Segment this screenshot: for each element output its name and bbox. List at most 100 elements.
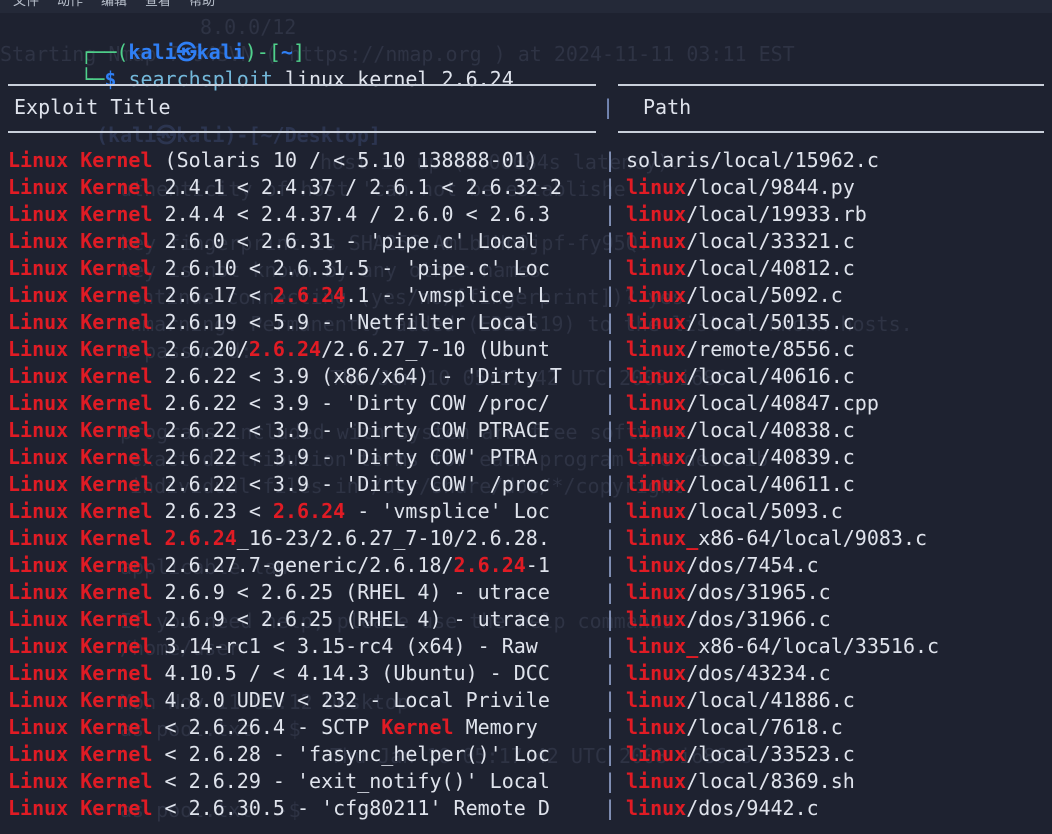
row-path: linux/local/40611.c <box>626 471 855 498</box>
search-match: linux <box>626 499 687 523</box>
search-match: Linux Kernel <box>8 499 153 523</box>
row-title: Linux Kernel < 2.6.29 - 'exit_notify()' … <box>8 768 604 795</box>
table-row[interactable]: Linux Kernel 2.6.23 < 2.6.24 - 'vmsplice… <box>8 498 843 525</box>
table-row[interactable]: Linux Kernel 2.6.22 < 3.9 - 'Dirty COW' … <box>8 471 855 498</box>
table-row[interactable]: Linux Kernel 2.6.24_16-23/2.6.27_7-10/2.… <box>8 525 927 552</box>
table-row[interactable]: Linux Kernel 2.6.19 < 5.9 - 'Netfilter L… <box>8 309 855 336</box>
row-path: linux/remote/8556.c <box>626 336 855 363</box>
row-title: Linux Kernel 3.14-rc1 < 3.15-rc4 (x64) -… <box>8 633 604 660</box>
search-match: 2.6.24 <box>453 553 526 577</box>
table-row[interactable]: Linux Kernel 2.6.17 < 2.6.24.1 - 'vmspli… <box>8 282 843 309</box>
row-path: linux/local/50135.c <box>626 309 855 336</box>
search-match: linux <box>626 418 687 442</box>
menu-bar: 文件 动作 编辑 查看 帮助 <box>0 0 1052 13</box>
row-separator: | <box>604 472 617 496</box>
table-row[interactable]: Linux Kernel 4.10.5 / < 4.14.3 (Ubuntu) … <box>8 660 831 687</box>
table-row[interactable]: Linux Kernel 2.6.22 < 3.9 (x86/x64) - 'D… <box>8 363 855 390</box>
search-match: linux <box>626 607 687 631</box>
table-row[interactable]: Linux Kernel (Solaris 10 / < 5.10 138888… <box>8 147 879 174</box>
row-separator: | <box>604 202 617 226</box>
search-match: Linux Kernel <box>8 769 153 793</box>
table-row[interactable]: Linux Kernel 2.6.9 < 2.6.25 (RHEL 4) - u… <box>8 606 831 633</box>
plain-text: 2.6.9 < 2.6.25 (RHEL 4) - utrace <box>152 607 562 631</box>
search-match: linux <box>626 256 687 280</box>
plain-text: /local/8369.sh <box>686 769 855 793</box>
search-match: Linux Kernel <box>8 580 153 604</box>
plain-text: 4.8.0 UDEV < 232 - Local Privile <box>152 688 562 712</box>
plain-text: /dos/7454.c <box>686 553 819 577</box>
row-path: linux/dos/31966.c <box>626 606 831 633</box>
search-match: Linux Kernel <box>8 283 153 307</box>
table-row[interactable]: Linux Kernel 2.6.0 < 2.6.31 - 'pipe.c' L… <box>8 228 855 255</box>
row-separator: | <box>604 256 617 280</box>
plain-text: /local/40611.c <box>686 472 855 496</box>
search-match: linux <box>626 472 687 496</box>
search-match: Linux Kernel <box>8 796 153 820</box>
row-title: Linux Kernel < 2.6.26.4 - SCTP Kernel Me… <box>8 714 604 741</box>
menu-item-view[interactable]: 查看 <box>136 0 180 13</box>
table-row[interactable]: Linux Kernel 2.4.4 < 2.4.37.4 / 2.6.0 < … <box>8 201 867 228</box>
search-match: linux <box>626 553 687 577</box>
plain-text: < 2.6.30.5 - 'cfg80211' Remote D <box>152 796 562 820</box>
row-title: Linux Kernel 2.6.22 < 3.9 - 'Dirty COW' … <box>8 471 604 498</box>
table-row[interactable]: Linux Kernel 2.6.9 < 2.6.25 (RHEL 4) - u… <box>8 579 831 606</box>
plain-text: 2.6.20/ <box>152 337 249 361</box>
row-separator: | <box>604 607 617 631</box>
table-row[interactable]: Linux Kernel 2.6.27.7-generic/2.6.18/2.6… <box>8 552 819 579</box>
row-path: linux/local/7618.c <box>626 714 843 741</box>
plain-text: 2.4.4 < 2.4.37.4 / 2.6.0 < 2.6.3 <box>152 202 562 226</box>
plain-text: 2.6.10 < 2.6.31.5 - 'pipe.c' Loc <box>152 256 562 280</box>
menu-item-edit[interactable]: 编辑 <box>92 0 136 13</box>
search-match: Linux Kernel <box>8 607 153 631</box>
search-match: linux <box>626 391 687 415</box>
plain-text: _16-23/2.6.27_7-10/2.6.28. <box>236 526 562 550</box>
menu-item-file[interactable]: 文件 <box>4 0 48 13</box>
search-match: linux <box>626 283 687 307</box>
plain-text: 4.10.5 / < 4.14.3 (Ubuntu) - DCC <box>152 661 562 685</box>
plain-text: x86-64/local/33516.c <box>698 634 940 658</box>
row-separator: | <box>604 445 617 469</box>
plain-text: < 2.6.26.4 - SCTP <box>152 715 382 739</box>
search-match: Linux Kernel <box>8 634 153 658</box>
row-separator: | <box>604 283 617 307</box>
table-row[interactable]: Linux Kernel < 2.6.28 - 'fasync_helper()… <box>8 741 855 768</box>
plain-text: /local/40838.c <box>686 418 855 442</box>
table-row[interactable]: Linux Kernel < 2.6.30.5 - 'cfg80211' Rem… <box>8 795 819 822</box>
row-separator: | <box>604 526 617 550</box>
table-row[interactable]: Linux Kernel < 2.6.29 - 'exit_notify()' … <box>8 768 855 795</box>
plain-text: x86-64/local/9083.c <box>698 526 928 550</box>
table-row[interactable]: Linux Kernel 2.6.22 < 3.9 - 'Dirty COW /… <box>8 390 879 417</box>
row-path: linux/dos/9442.c <box>626 795 819 822</box>
table-row[interactable]: Linux Kernel 4.8.0 UDEV < 232 - Local Pr… <box>8 687 855 714</box>
row-title: Linux Kernel (Solaris 10 / < 5.10 138888… <box>8 147 604 174</box>
terminal-output[interactable]: ┌──(kali㉿kali)-[~] └─$ searchsploit linu… <box>0 0 1052 834</box>
menu-item-help[interactable]: 帮助 <box>180 0 224 13</box>
row-separator: | <box>604 364 617 388</box>
row-path: linux/local/41886.c <box>626 687 855 714</box>
row-title: Linux Kernel 2.6.17 < 2.6.24.1 - 'vmspli… <box>8 282 604 309</box>
table-row[interactable]: Linux Kernel 2.6.10 < 2.6.31.5 - 'pipe.c… <box>8 255 855 282</box>
table-row[interactable]: Linux Kernel 3.14-rc1 < 3.15-rc4 (x64) -… <box>8 633 939 660</box>
table-row[interactable]: Linux Kernel 2.6.22 < 3.9 - 'Dirty COW' … <box>8 444 855 471</box>
search-match: Linux Kernel <box>8 337 153 361</box>
search-match: linux <box>626 742 687 766</box>
plain-text: 2.6.22 < 3.9 - 'Dirty COW PTRACE <box>152 418 562 442</box>
search-match: Linux Kernel <box>8 202 153 226</box>
row-title: Linux Kernel 4.8.0 UDEV < 232 - Local Pr… <box>8 687 604 714</box>
search-match: linux_ <box>626 526 699 550</box>
plain-text: 2.6.0 < 2.6.31 - 'pipe.c' Local <box>152 229 550 253</box>
row-separator: | <box>604 229 617 253</box>
plain-text: - 'vmsplice' Loc <box>345 499 562 523</box>
table-row[interactable]: Linux Kernel 2.4.1 < 2.4.37 / 2.6.1 < 2.… <box>8 174 855 201</box>
menu-item-action[interactable]: 动作 <box>48 0 92 13</box>
row-path: linux/dos/31965.c <box>626 579 831 606</box>
table-row[interactable]: Linux Kernel 2.6.20/2.6.24/2.6.27_7-10 (… <box>8 336 855 363</box>
row-separator: | <box>604 337 617 361</box>
search-match: Linux Kernel <box>8 742 153 766</box>
row-path: linux/local/19933.rb <box>626 201 867 228</box>
table-row[interactable]: Linux Kernel 2.6.22 < 3.9 - 'Dirty COW P… <box>8 417 855 444</box>
row-title: Linux Kernel 2.6.22 < 3.9 - 'Dirty COW /… <box>8 390 604 417</box>
table-rule-top-right <box>618 84 1044 86</box>
table-row[interactable]: Linux Kernel < 2.6.26.4 - SCTP Kernel Me… <box>8 714 843 741</box>
column-header-title: Exploit Title <box>14 95 171 119</box>
